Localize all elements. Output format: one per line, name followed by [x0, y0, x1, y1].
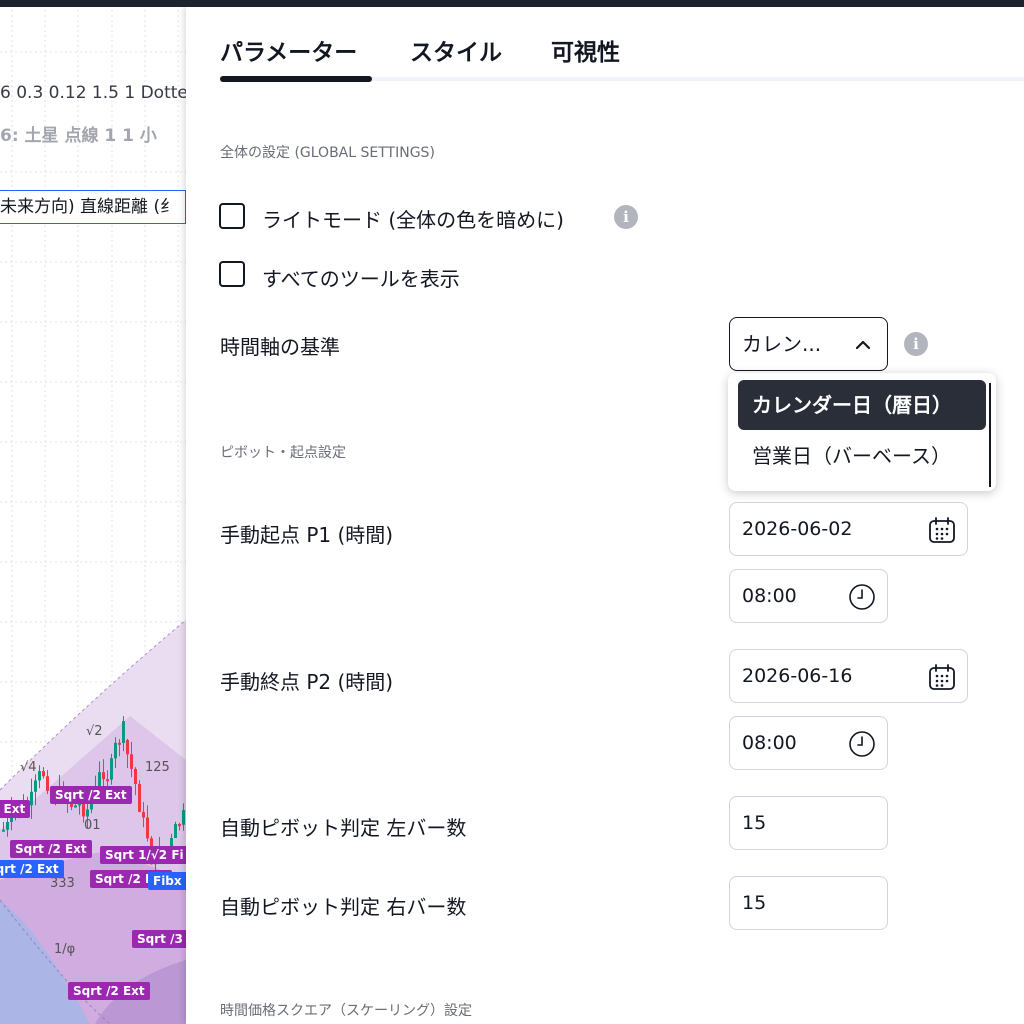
indicator-settings-panel: パラメーター スタイル 可視性 全体の設定 (GLOBAL SETTINGS) … [186, 7, 1024, 1024]
chart-legend-line-2: 6: 土星 点線 1 1 小 [0, 126, 157, 146]
candle-body [182, 810, 185, 825]
candle-body [30, 791, 33, 806]
p2-date-input[interactable]: 2026-06-16 [729, 649, 968, 703]
left-bars-label: 自動ピボット判定 左バー数 [220, 816, 467, 840]
chart-label-125: 125 [145, 760, 170, 775]
candle-body [142, 811, 145, 818]
time-axis-label: 時間軸の基準 [220, 335, 340, 359]
light-mode-checkbox[interactable] [219, 203, 245, 229]
time-axis-dropdown: カレンダー日（暦日） 営業日（バーベース） [728, 373, 996, 491]
fib-label[interactable]: Sqrt /2 Ext [50, 786, 132, 804]
chart-area[interactable]: 6 0.3 0.12 1.5 1 Dotte 6: 土星 点線 1 1 小 未来… [0, 0, 186, 1024]
window-top-bar [0, 0, 1024, 7]
info-icon[interactable]: i [614, 205, 638, 229]
chart-label-sqrt4: √4 [20, 760, 37, 775]
candle-body [134, 768, 137, 784]
p2-time-input[interactable]: 08:00 [729, 716, 888, 770]
candle-body [106, 779, 109, 782]
candle-body [118, 742, 121, 745]
fib-label[interactable]: 2 Ext [0, 800, 31, 818]
tab-visibility[interactable]: 可視性 [551, 33, 620, 67]
fib-label[interactable]: Sqrt /2 Ext [10, 840, 92, 858]
p2-label: 手動終点 P2 (時間) [220, 670, 394, 694]
fib-label[interactable]: Sqrt /2 Ext [68, 982, 150, 1000]
candle-body [82, 802, 85, 817]
chart-label-sqrt2: √2 [86, 724, 103, 739]
candle-body [2, 829, 5, 832]
candle-body [46, 776, 49, 791]
right-bars-label: 自動ピボット判定 右バー数 [220, 895, 467, 919]
chart-label-phi: 1/φ [54, 942, 76, 957]
active-tab-indicator [220, 76, 372, 82]
clock-icon[interactable] [847, 582, 877, 612]
candle-body [34, 780, 37, 792]
candle-body [6, 822, 9, 830]
time-axis-select[interactable]: カレン... [729, 317, 888, 371]
tab-parameters[interactable]: パラメーター [220, 33, 357, 67]
candle-body [38, 771, 41, 781]
p1-label: 手動起点 P1 (時間) [220, 523, 394, 547]
show-all-tools-checkbox[interactable] [219, 261, 245, 287]
p1-time-input[interactable]: 08:00 [729, 569, 888, 623]
calendar-icon[interactable] [927, 515, 957, 545]
candle-body [138, 783, 141, 812]
info-icon[interactable]: i [904, 332, 928, 356]
tab-style[interactable]: スタイル [410, 33, 502, 67]
candle-body [86, 809, 89, 817]
candle-body [178, 824, 181, 827]
section-title-scaling: 時間価格スクエア（スケーリング）設定 [220, 1003, 472, 1019]
clock-icon[interactable] [847, 729, 877, 759]
candle-body [122, 721, 125, 743]
candle-body [74, 805, 77, 808]
candle-body [42, 771, 45, 777]
fib-label[interactable]: Sqrt /3 [132, 930, 186, 948]
calendar-icon[interactable] [927, 662, 957, 692]
dropdown-option-calendar-day[interactable]: カレンダー日（暦日） [738, 380, 986, 430]
show-all-tools-label[interactable]: すべてのツールを表示 [262, 263, 460, 292]
candle-body [102, 772, 105, 780]
right-bars-input[interactable]: 15 [729, 876, 888, 930]
chart-label-01: 01 [84, 818, 101, 833]
fib-label[interactable]: Sqrt /2 Ext [0, 860, 64, 878]
chart-legend-line-3-selected[interactable]: 未来方向) 直線距離 (纟 [0, 190, 186, 224]
candle-body [146, 817, 149, 839]
candle-body [130, 754, 133, 769]
chart-legend-line-1: 6 0.3 0.12 1.5 1 Dotte [0, 83, 186, 103]
section-title-pivot: ピボット・起点設定 [220, 445, 346, 461]
candle-body [114, 742, 117, 759]
section-title-global: 全体の設定 (GLOBAL SETTINGS) [220, 145, 435, 161]
chart-label-333: 333 [50, 876, 75, 891]
candle-body [126, 740, 129, 755]
fib-label[interactable]: Fibx [148, 872, 186, 890]
left-bars-input[interactable]: 15 [729, 796, 888, 850]
dropdown-option-business-day[interactable]: 営業日（バーベース） [738, 431, 986, 481]
candle-body [98, 772, 101, 787]
candle-body [110, 758, 113, 780]
dropdown-scrollbar[interactable] [989, 383, 991, 487]
p1-date-input[interactable]: 2026-06-02 [729, 502, 968, 556]
candle-body [174, 824, 177, 838]
chevron-up-icon [855, 340, 871, 350]
light-mode-label[interactable]: ライトモード (全体の色を暗めに) [262, 204, 564, 233]
fib-label[interactable]: Sqrt 1/√2 Fi [100, 846, 186, 864]
time-axis-selected-value: カレン... [742, 332, 822, 356]
